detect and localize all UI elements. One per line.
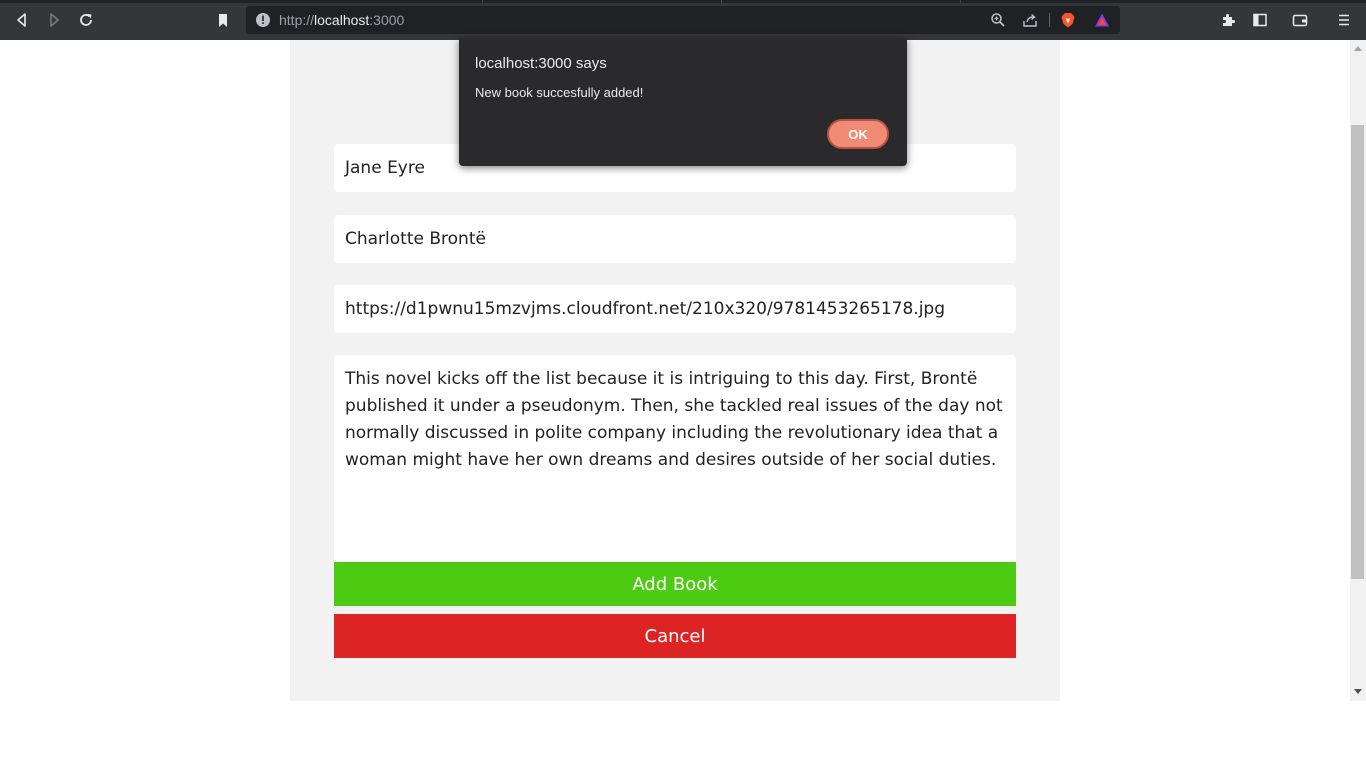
author-input-value: Charlotte Brontë xyxy=(345,229,486,249)
url-scheme: http:// xyxy=(279,12,315,28)
title-input-value: Jane Eyre xyxy=(345,158,425,178)
alert-dialog: localhost:3000 says New book succesfully… xyxy=(459,38,907,166)
back-icon[interactable] xyxy=(11,9,33,31)
forward-icon[interactable] xyxy=(43,9,65,31)
puzzle-icon[interactable] xyxy=(1217,9,1239,31)
url-host: localhost xyxy=(314,12,370,28)
rewards-triangle-icon[interactable] xyxy=(1094,12,1110,28)
author-input[interactable]: Charlotte Brontë xyxy=(334,215,1016,263)
menu-icon[interactable] xyxy=(1333,9,1355,31)
browser-toolbar: http://localhost:3000 xyxy=(0,0,1366,40)
cancel-button[interactable]: Cancel xyxy=(334,614,1016,658)
dialog-message: New book succesfully added! xyxy=(475,85,644,100)
zoom-icon[interactable] xyxy=(990,12,1006,28)
wallet-icon[interactable] xyxy=(1289,9,1311,31)
reload-icon[interactable] xyxy=(75,9,97,31)
bookmark-icon[interactable] xyxy=(212,9,234,31)
omnibox-divider xyxy=(1049,13,1050,27)
add-book-button[interactable]: Add Book xyxy=(334,562,1016,606)
dialog-title: localhost:3000 says xyxy=(475,55,607,72)
scroll-down-arrow[interactable] xyxy=(1354,689,1362,694)
image-url-input[interactable]: https://d1pwnu15mzvjms.cloudfront.net/21… xyxy=(334,285,1016,333)
tab-strip xyxy=(0,0,1366,3)
info-icon[interactable] xyxy=(255,12,271,28)
image-url-input-value: https://d1pwnu15mzvjms.cloudfront.net/21… xyxy=(345,299,946,319)
address-bar[interactable]: http://localhost:3000 xyxy=(246,6,1120,34)
url-text[interactable]: http://localhost:3000 xyxy=(279,12,404,28)
ok-button[interactable]: OK xyxy=(827,119,889,149)
description-textarea-value: This novel kicks off the list because it… xyxy=(345,369,1003,470)
sidebar-icon[interactable] xyxy=(1249,9,1271,31)
share-icon[interactable] xyxy=(1022,12,1038,28)
brave-lion-icon[interactable] xyxy=(1060,12,1076,28)
scroll-up-arrow[interactable] xyxy=(1354,46,1362,51)
url-port: :3000 xyxy=(369,12,405,28)
scrollbar-thumb[interactable] xyxy=(1351,125,1364,579)
description-textarea[interactable]: This novel kicks off the list because it… xyxy=(334,355,1016,575)
